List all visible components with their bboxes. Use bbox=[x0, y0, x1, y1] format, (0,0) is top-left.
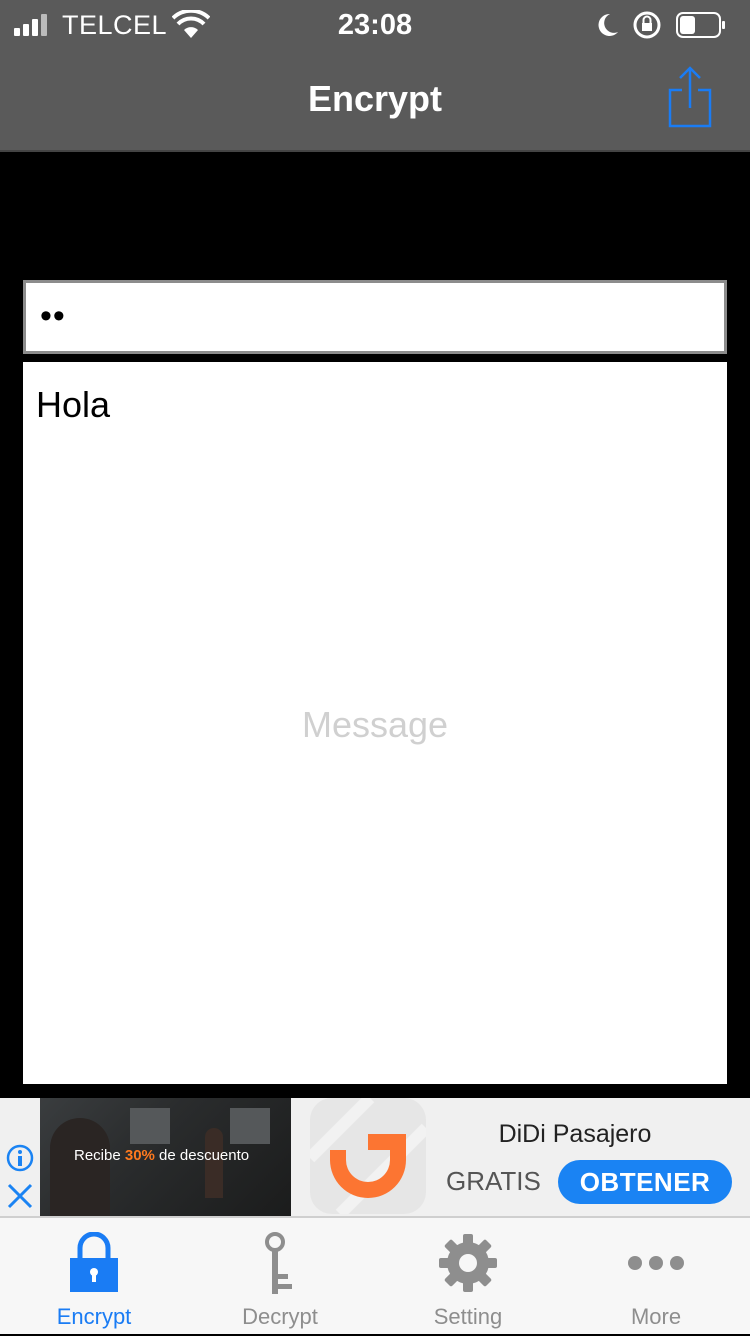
tab-label: More bbox=[630, 1304, 682, 1329]
page-title: Encrypt bbox=[307, 78, 443, 119]
tab-label: Decrypt bbox=[242, 1304, 318, 1329]
key-icon bbox=[265, 1232, 292, 1294]
tab-bar: Encrypt Decrypt Setting More bbox=[0, 1216, 750, 1334]
message-textarea[interactable]: Hola Message bbox=[23, 362, 727, 1084]
tab-setting[interactable]: Setting bbox=[374, 1218, 562, 1336]
moon-icon bbox=[598, 13, 618, 36]
ad-app-name: DiDi Pasajero bbox=[498, 1120, 652, 1148]
tab-encrypt[interactable]: Encrypt bbox=[0, 1218, 188, 1336]
ad-banner[interactable]: Recibe 30% de descuento DiDi Pasajero GR… bbox=[0, 1098, 750, 1216]
rotation-lock-icon bbox=[633, 11, 661, 39]
close-icon[interactable] bbox=[6, 1182, 34, 1210]
tab-label: Setting bbox=[433, 1304, 503, 1329]
more-icon bbox=[628, 1256, 684, 1270]
message-placeholder: Message bbox=[301, 704, 449, 745]
navigation-bar: Encrypt bbox=[0, 52, 750, 152]
password-field[interactable]: •• bbox=[23, 280, 727, 354]
battery-icon bbox=[676, 12, 725, 38]
share-icon[interactable] bbox=[664, 64, 716, 130]
get-button[interactable]: OBTENER bbox=[558, 1160, 732, 1204]
info-icon[interactable] bbox=[6, 1144, 34, 1172]
gear-icon bbox=[439, 1234, 497, 1292]
tab-label: Encrypt bbox=[56, 1304, 132, 1329]
ad-caption: Recibe 30% de descuento bbox=[74, 1147, 250, 1164]
didi-app-icon[interactable] bbox=[310, 1098, 426, 1214]
ad-price: GRATIS bbox=[446, 1166, 541, 1196]
tab-decrypt[interactable]: Decrypt bbox=[186, 1218, 374, 1336]
message-text: Hola bbox=[36, 384, 111, 425]
lock-icon bbox=[70, 1232, 118, 1292]
ad-image[interactable]: Recibe 30% de descuento bbox=[40, 1098, 291, 1216]
status-bar: TELCEL 23:08 bbox=[0, 0, 750, 52]
tab-more[interactable]: More bbox=[562, 1218, 750, 1336]
